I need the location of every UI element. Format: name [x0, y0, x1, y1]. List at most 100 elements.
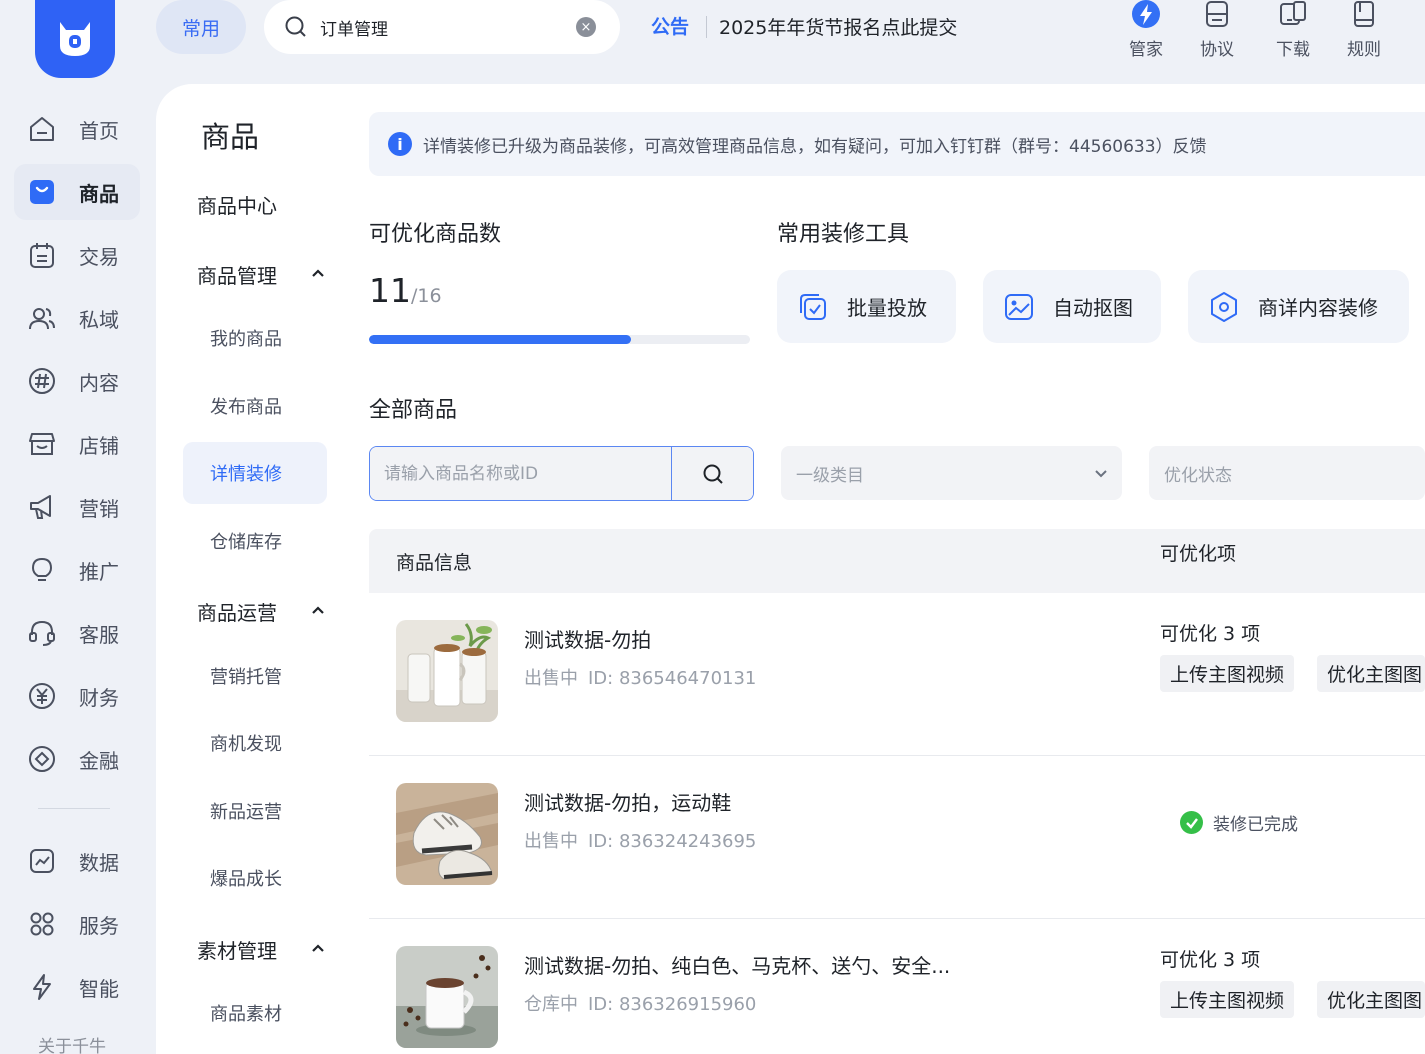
product-search[interactable] [369, 446, 754, 501]
info-banner: i 详情装修已升级为商品装修，可高效管理商品信息，如有疑问，可加入钉钉群（群号：… [369, 112, 1425, 176]
row-divider [369, 918, 1425, 919]
optimize-main-image-tag[interactable]: 优化主图图 [1317, 655, 1425, 692]
nav-store-label: 店铺 [79, 433, 119, 458]
home-icon [28, 115, 56, 143]
product-status: 出售中 [524, 668, 578, 689]
tool-rules-label: 规则 [1347, 40, 1381, 60]
menu-detail-decoration[interactable]: 详情装修 [183, 442, 327, 504]
optimizable-count-label: 可优化 3 项 [1160, 623, 1261, 645]
optimize-main-image-tag[interactable]: 优化主图图 [1317, 981, 1425, 1018]
about-link[interactable]: 关于千牛 [38, 1032, 106, 1054]
upload-video-tag[interactable]: 上传主图视频 [1160, 655, 1295, 692]
tool-butler[interactable]: 管家 [1120, 0, 1172, 60]
product-meta: 出售中 ID: 836324243695 [524, 827, 756, 853]
global-search-value[interactable]: 订单管理 [320, 15, 576, 40]
global-search[interactable]: 订单管理 × [264, 0, 620, 54]
grid-icon [28, 910, 56, 938]
check-circle-icon [1180, 811, 1203, 834]
tool-detail-decoration[interactable]: 商详内容装修 [1188, 270, 1409, 343]
common-tab[interactable]: 常用 [156, 0, 246, 54]
upload-video-tag[interactable]: 上传主图视频 [1160, 981, 1295, 1018]
product-thumb[interactable] [396, 783, 498, 885]
store-icon [28, 430, 56, 458]
nav-store[interactable]: 店铺 [14, 416, 140, 472]
search-icon [703, 464, 723, 484]
chevron-down-icon [1095, 470, 1107, 478]
headset-icon [28, 619, 56, 647]
product-thumb[interactable] [396, 946, 498, 1048]
nav-trade[interactable]: 交易 [14, 227, 140, 283]
mug-photo [396, 620, 498, 722]
nav-service[interactable]: 客服 [14, 605, 140, 661]
clear-icon[interactable]: × [576, 17, 596, 37]
menu-my-products[interactable]: 我的商品 [183, 307, 327, 369]
menu-opportunity[interactable]: 商机发现 [183, 712, 327, 774]
search-icon [285, 16, 306, 37]
nav-promotion[interactable]: 推广 [14, 542, 140, 598]
product-search-input[interactable] [370, 447, 671, 500]
tool-butler-label: 管家 [1129, 40, 1163, 60]
menu-product-material[interactable]: 商品素材 [183, 982, 327, 1044]
document-icon [1206, 1, 1228, 27]
product-meta: 出售中 ID: 836546470131 [524, 664, 756, 690]
optimizable-count: 11/16 [369, 271, 442, 310]
nav-services[interactable]: 服务 [14, 896, 140, 952]
col-optimizable: 可优化项 [1160, 543, 1237, 565]
product-search-button[interactable] [671, 447, 753, 500]
hexagon-settings-icon [1211, 291, 1237, 322]
device-icon [1280, 1, 1306, 25]
chevron-up-icon[interactable] [311, 266, 325, 280]
decoration-done-status: 装修已完成 [1180, 810, 1298, 835]
nav-products[interactable]: 商品 [14, 164, 140, 220]
menu-publish-product[interactable]: 发布商品 [183, 375, 327, 437]
decoration-done-label: 装修已完成 [1213, 815, 1298, 835]
product-status: 出售中 [524, 831, 578, 852]
nav-marketing-label: 营销 [79, 496, 119, 521]
product-name[interactable]: 测试数据-勿拍 [524, 624, 651, 653]
nav-finance[interactable]: 财务 [14, 668, 140, 724]
tool-batch-deliver[interactable]: 批量投放 [777, 270, 956, 343]
menu-marketing-hosting[interactable]: 营销托管 [183, 645, 327, 707]
product-name[interactable]: 测试数据-勿拍、纯白色、马克杯、送勺、安全... [524, 950, 950, 979]
menu-new-product-ops[interactable]: 新品运营 [183, 780, 327, 842]
menu-product-center[interactable]: 商品中心 [197, 190, 277, 219]
nav-finance-label: 财务 [79, 685, 119, 710]
menu-group-product-management[interactable]: 商品管理 [197, 260, 277, 289]
nav-content[interactable]: 内容 [14, 353, 140, 409]
nav-private[interactable]: 私域 [14, 290, 140, 346]
nav-fintech[interactable]: 金融 [14, 731, 140, 787]
lightning-badge-icon [1132, 0, 1160, 28]
product-thumb[interactable] [396, 620, 498, 722]
nav-ai[interactable]: 智能 [14, 959, 140, 1015]
product-name[interactable]: 测试数据-勿拍，运动鞋 [524, 787, 731, 816]
batch-deliver-icon [800, 293, 826, 320]
tool-auto-cutout[interactable]: 自动抠图 [983, 270, 1161, 343]
nav-data-label: 数据 [79, 850, 119, 875]
nav-content-label: 内容 [79, 370, 119, 395]
notice-link[interactable]: 2025年年货节报名点此提交 [719, 13, 957, 40]
nav-data[interactable]: 数据 [14, 833, 140, 889]
nav-home-label: 首页 [79, 118, 119, 143]
tool-download[interactable]: 下载 [1267, 0, 1319, 60]
menu-group-product-operations[interactable]: 商品运营 [197, 597, 277, 626]
diamond-icon [28, 745, 56, 773]
tool-agreement[interactable]: 协议 [1191, 0, 1243, 60]
info-icon: i [388, 132, 412, 156]
submenu-title: 商品 [201, 120, 260, 154]
nav-services-label: 服务 [79, 913, 119, 938]
tool-rules[interactable]: 规则 [1338, 0, 1390, 60]
chevron-up-icon[interactable] [311, 603, 325, 617]
menu-inventory[interactable]: 仓储库存 [183, 510, 327, 572]
nav-marketing[interactable]: 营销 [14, 479, 140, 535]
status-select[interactable]: 优化状态 [1149, 446, 1425, 500]
category-select[interactable]: 一级类目 [781, 446, 1122, 500]
app-logo[interactable] [35, 0, 115, 78]
menu-hot-growth[interactable]: 爆品成长 [183, 847, 327, 909]
nav-divider [38, 808, 110, 809]
tool-detail-decoration-label: 商详内容装修 [1258, 296, 1378, 320]
menu-group-material[interactable]: 素材管理 [197, 935, 277, 964]
nav-home[interactable]: 首页 [14, 101, 140, 157]
tools-title: 常用装修工具 [777, 222, 910, 247]
hashtag-icon [28, 367, 56, 395]
chevron-up-icon[interactable] [311, 941, 325, 955]
